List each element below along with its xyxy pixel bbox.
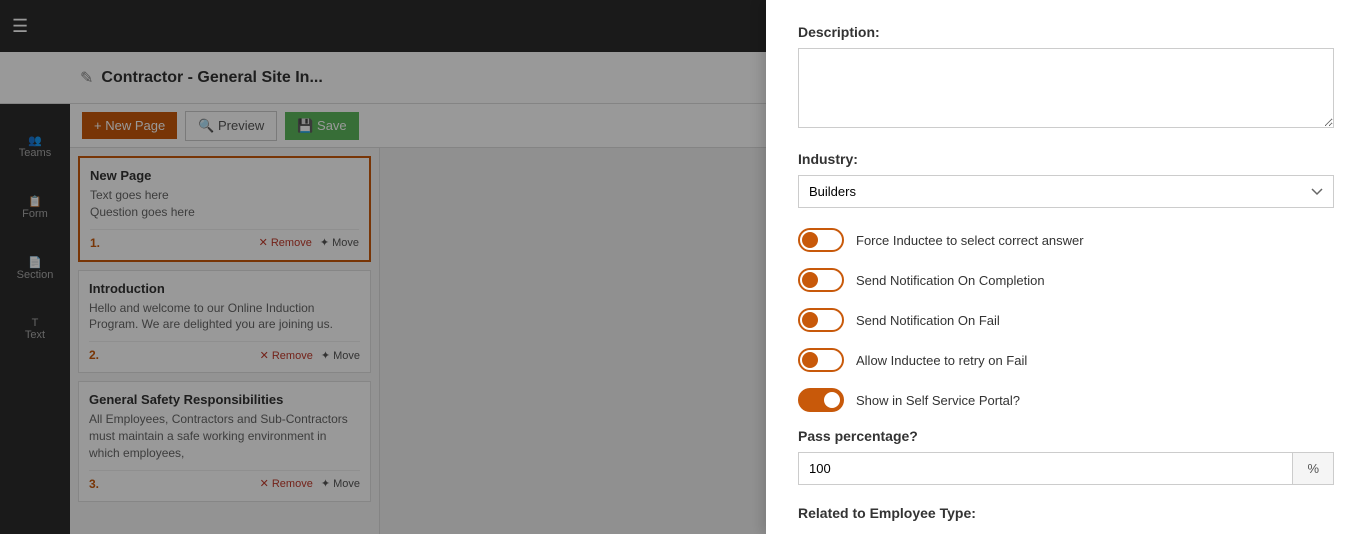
toggle-force-inductee-row: Force Inductee to select correct answer xyxy=(798,228,1334,252)
toggle-self-service-switch[interactable] xyxy=(798,388,844,412)
employee-type-group: Related to Employee Type: xyxy=(798,505,1334,521)
pass-percentage-input[interactable] xyxy=(798,452,1292,485)
toggle-force-inductee-label: Force Inductee to select correct answer xyxy=(856,233,1084,248)
toggle-self-service-slider xyxy=(798,388,844,412)
toggle-send-completion-label: Send Notification On Completion xyxy=(856,273,1045,288)
industry-label: Industry: xyxy=(798,151,1334,167)
toggle-send-fail-label: Send Notification On Fail xyxy=(856,313,1000,328)
toggle-self-service-row: Show in Self Service Portal? xyxy=(798,388,1334,412)
toggle-retry-fail-row: Allow Inductee to retry on Fail xyxy=(798,348,1334,372)
description-group: Description: xyxy=(798,24,1334,131)
toggle-send-completion-slider xyxy=(798,268,844,292)
toggle-self-service-label: Show in Self Service Portal? xyxy=(856,393,1020,408)
description-label: Description: xyxy=(798,24,1334,40)
pass-percentage-group: Pass percentage? % xyxy=(798,428,1334,485)
pass-percentage-row: % xyxy=(798,452,1334,485)
toggle-force-inductee-slider xyxy=(798,228,844,252)
toggle-send-completion-row: Send Notification On Completion xyxy=(798,268,1334,292)
toggle-retry-fail-slider xyxy=(798,348,844,372)
toggle-send-completion-switch[interactable] xyxy=(798,268,844,292)
pass-percentage-unit: % xyxy=(1292,452,1334,485)
industry-select[interactable]: Builders Construction Mining Healthcare … xyxy=(798,175,1334,208)
description-textarea[interactable] xyxy=(798,48,1334,128)
toggle-send-fail-row: Send Notification On Fail xyxy=(798,308,1334,332)
toggle-force-inductee-switch[interactable] xyxy=(798,228,844,252)
industry-group: Industry: Builders Construction Mining H… xyxy=(798,151,1334,208)
pass-percentage-label: Pass percentage? xyxy=(798,428,1334,444)
toggle-send-fail-switch[interactable] xyxy=(798,308,844,332)
employee-type-label: Related to Employee Type: xyxy=(798,505,1334,521)
modal-panel: Description: Industry: Builders Construc… xyxy=(766,0,1366,534)
toggle-send-fail-slider xyxy=(798,308,844,332)
toggle-retry-fail-switch[interactable] xyxy=(798,348,844,372)
toggle-retry-fail-label: Allow Inductee to retry on Fail xyxy=(856,353,1027,368)
